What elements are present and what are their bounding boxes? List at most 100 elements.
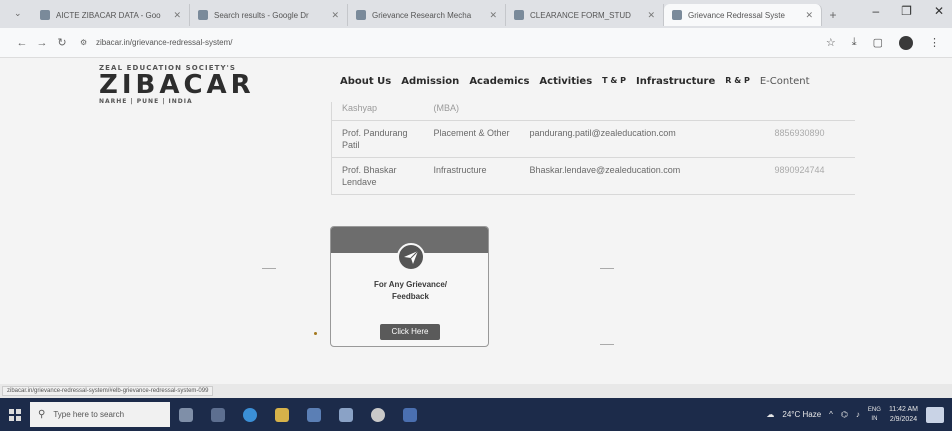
taskbar-app-people[interactable] xyxy=(170,398,202,431)
browser-tab[interactable]: Grievance Redressal Syste ✕ xyxy=(664,4,822,26)
card-title-line2: Feedback xyxy=(392,292,429,301)
windows-logo-icon xyxy=(9,408,21,421)
divider xyxy=(600,268,614,269)
tab-close-icon[interactable]: ✕ xyxy=(331,10,339,21)
page-dot xyxy=(314,332,317,335)
taskbar: ⚲ Type here to search ☁ 24°C Haze ^ ⌬ ♪ … xyxy=(0,398,952,431)
tab-close-icon[interactable]: ✕ xyxy=(647,10,655,21)
table-cell-email[interactable]: pandurang.patil@zealeducation.com xyxy=(519,120,765,158)
tab-favicon-icon xyxy=(198,10,208,20)
maximize-button[interactable]: ❐ xyxy=(901,4,912,18)
taskbar-app-edge[interactable] xyxy=(234,398,266,431)
clock-time: 11:42 AM xyxy=(888,405,918,413)
table-row: Prof. Bhaskar Lendave Infrastructure Bha… xyxy=(331,157,855,195)
taskbar-app-store[interactable] xyxy=(330,398,362,431)
browser-tab[interactable]: Grievance Research Mecha ✕ xyxy=(348,4,506,26)
tab-favicon-icon xyxy=(356,10,366,20)
table-cell-name: Prof. Pandurang Patil xyxy=(331,120,424,158)
lang-bottom: IN xyxy=(871,415,878,422)
reload-icon[interactable]: ↻ xyxy=(52,36,72,49)
table-cell-dept: Infrastructure xyxy=(423,157,520,195)
clock[interactable]: 11:42 AM 2/9/2024 xyxy=(889,405,918,425)
taskbar-app-mail[interactable] xyxy=(298,398,330,431)
window-controls: – ❐ ✕ xyxy=(872,4,944,18)
site-logo[interactable]: ZEAL EDUCATION SOCIETY'S ZIBACAR NARHE |… xyxy=(99,64,255,105)
grievance-contact-table: Kashyap (MBA) Prof. Pandurang Patil Plac… xyxy=(331,102,855,195)
new-tab-button[interactable]: + xyxy=(822,4,844,26)
status-link-preview: zibacar.in/grievance-redressal-system/#e… xyxy=(2,386,214,396)
table-cell-email[interactable]: Bhaskar.lendave@zealeducation.com xyxy=(519,157,765,195)
tray-chevron-icon[interactable]: ^ xyxy=(829,410,833,419)
tab-title: Grievance Research Mecha xyxy=(372,10,472,20)
taskbar-app-chrome[interactable] xyxy=(362,398,394,431)
card-title: For Any Grievance/ Feedback xyxy=(331,279,488,303)
site-info-icon[interactable]: ⚙ xyxy=(80,38,90,47)
table-cell-dept: (MBA) xyxy=(423,102,520,121)
tab-title: Grievance Redressal Syste xyxy=(688,10,785,20)
search-icon: ⚲ xyxy=(38,409,46,420)
tab-title: AICTE ZIBACAR DATA - Goo xyxy=(56,10,161,20)
bookmark-star-icon[interactable]: ☆ xyxy=(826,36,836,49)
download-icon[interactable]: ⤓ xyxy=(852,36,857,49)
nav-about-us[interactable]: About Us xyxy=(340,76,391,87)
grievance-feedback-card: For Any Grievance/ Feedback Click Here xyxy=(330,226,489,347)
nav-infrastructure[interactable]: Infrastructure xyxy=(636,76,715,87)
nav-e-content[interactable]: E-Content xyxy=(760,76,810,87)
url-text: zibacar.in/grievance-redressal-system/ xyxy=(96,38,233,47)
network-icon[interactable]: ⌬ xyxy=(841,410,848,419)
tab-list: AICTE ZIBACAR DATA - Goo ✕ Search results … xyxy=(32,4,844,28)
card-title-line1: For Any Grievance/ xyxy=(373,280,448,289)
table-row: Kashyap (MBA) xyxy=(331,102,855,121)
browser-tab[interactable]: CLEARANCE FORM_STUD ✕ xyxy=(506,4,664,26)
back-icon[interactable]: ← xyxy=(12,37,32,49)
minimize-button[interactable]: – xyxy=(872,4,879,18)
lang-top: ENG xyxy=(867,406,881,413)
close-window-button[interactable]: ✕ xyxy=(934,4,944,18)
browser-tab-strip: ⌄ AICTE ZIBACAR DATA - Goo ✕ Search result… xyxy=(0,0,952,28)
nav-academics[interactable]: Academics xyxy=(469,76,529,87)
taskbar-app-taskview[interactable] xyxy=(202,398,234,431)
sidepanel-icon[interactable]: ▢ xyxy=(873,36,883,49)
notification-icon[interactable] xyxy=(926,406,944,423)
start-button[interactable] xyxy=(0,398,30,431)
language-indicator[interactable]: ENG IN xyxy=(868,406,881,424)
volume-icon[interactable]: ♪ xyxy=(856,410,860,419)
weather-icon[interactable]: ☁ xyxy=(766,410,774,419)
taskbar-app-word[interactable] xyxy=(394,398,426,431)
tab-close-icon[interactable]: ✕ xyxy=(173,10,181,21)
table-cell-phone: 9890924744 xyxy=(764,157,855,195)
nav-rp[interactable]: R & P xyxy=(725,76,750,87)
url-input[interactable]: ⚙ zibacar.in/grievance-redressal-system/ xyxy=(80,33,780,53)
table-cell-phone xyxy=(764,102,855,121)
table-cell-name: Kashyap xyxy=(331,102,424,121)
status-bar: zibacar.in/grievance-redressal-system/#e… xyxy=(0,384,952,398)
logo-main-text: ZIBACAR xyxy=(99,70,255,100)
browser-tab[interactable]: Search results - Google Dr ✕ xyxy=(190,4,348,26)
table-cell-name: Prof. Bhaskar Lendave xyxy=(331,157,424,195)
clock-date: 2/9/2024 xyxy=(889,415,918,423)
system-tray: ☁ 24°C Haze ^ ⌬ ♪ ENG IN 11:42 AM 2/9/20… xyxy=(766,405,952,425)
paper-plane-icon xyxy=(397,243,425,271)
search-placeholder: Type here to search xyxy=(53,410,125,419)
browser-tab[interactable]: AICTE ZIBACAR DATA - Goo ✕ xyxy=(32,4,190,26)
forward-icon[interactable]: → xyxy=(32,37,52,49)
menu-kebab-icon[interactable]: ⋮ xyxy=(929,36,940,49)
table-cell-email xyxy=(519,102,765,121)
taskbar-search-input[interactable]: ⚲ Type here to search xyxy=(30,402,170,427)
tab-close-icon[interactable]: ✕ xyxy=(489,10,497,21)
table-row: Prof. Pandurang Patil Placement & Other … xyxy=(331,120,855,158)
tab-title: CLEARANCE FORM_STUD xyxy=(530,10,631,20)
web-page: ZEAL EDUCATION SOCIETY'S ZIBACAR NARHE |… xyxy=(0,58,952,384)
click-here-button[interactable]: Click Here xyxy=(380,324,440,340)
profile-avatar[interactable] xyxy=(899,35,913,50)
tab-close-icon[interactable]: ✕ xyxy=(805,10,813,21)
divider xyxy=(262,268,276,269)
weather-text[interactable]: 24°C Haze xyxy=(782,410,821,419)
nav-admission[interactable]: Admission xyxy=(401,76,459,87)
tab-title: Search results - Google Dr xyxy=(214,10,309,20)
tab-search-icon[interactable]: ⌄ xyxy=(14,8,22,19)
nav-activities[interactable]: Activities xyxy=(539,76,592,87)
nav-tp[interactable]: T & P xyxy=(602,76,626,87)
taskbar-app-explorer[interactable] xyxy=(266,398,298,431)
table-cell-phone: 8856930890 xyxy=(764,120,855,158)
